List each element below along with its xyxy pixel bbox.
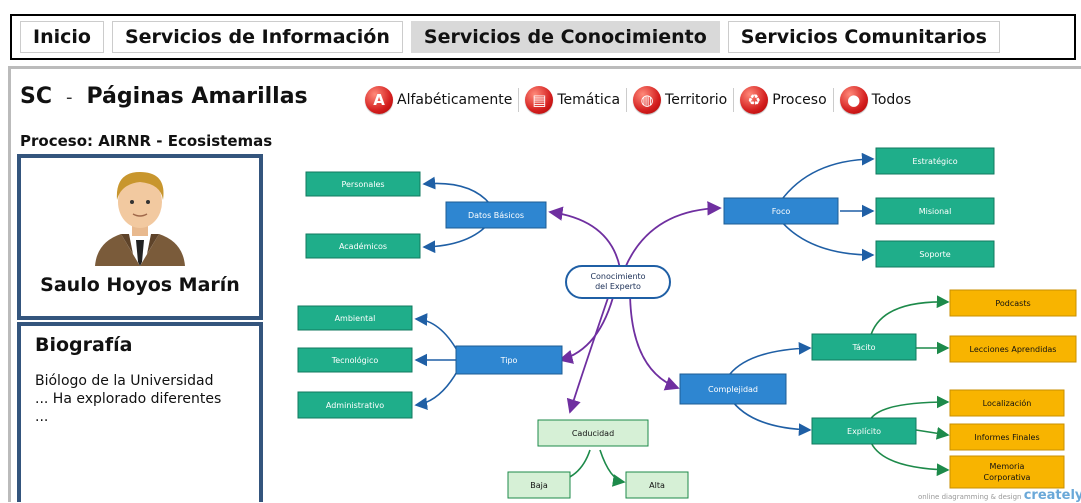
content-left-border [8, 69, 11, 502]
filter-tematica[interactable]: ▤ Temática [525, 86, 633, 114]
node-foco[interactable]: Foco [723, 197, 839, 225]
node-tipo-label: Tipo [500, 356, 518, 365]
main-navbar: Inicio Servicios de Información Servicio… [10, 14, 1076, 60]
node-tacito-label: Tácito [851, 343, 875, 352]
node-caducidad-label: Caducidad [572, 429, 614, 438]
biography-card: Biografía Biólogo de la Universidad ... … [17, 322, 263, 502]
center-line-2: del Experto [595, 282, 641, 291]
node-academicos[interactable]: Académicos [305, 233, 421, 259]
node-ambiental[interactable]: Ambiental [297, 305, 413, 331]
node-lecciones[interactable]: Lecciones Aprendidas [949, 335, 1077, 363]
biography-line: ... [35, 409, 49, 425]
node-memoria-line-2: Corporativa [984, 473, 1031, 482]
node-alta-label: Alta [649, 481, 665, 490]
node-center[interactable]: Conocimiento del Experto [565, 265, 671, 299]
node-alta[interactable]: Alta [625, 471, 689, 499]
node-complejidad[interactable]: Complejidad [679, 373, 787, 405]
page-title: SC - Páginas Amarillas [20, 84, 308, 109]
tab-servicios-conocimiento[interactable]: Servicios de Conocimiento [410, 21, 720, 53]
filter-alfabeticamente[interactable]: A Alfabéticamente [365, 86, 525, 114]
creately-watermark: online diagramming & design creately [918, 488, 1081, 503]
biography-text: Biólogo de la Universidad ... Ha explora… [35, 372, 250, 426]
node-localizacion[interactable]: Localización [949, 389, 1065, 417]
node-tipo[interactable]: Tipo [455, 345, 563, 375]
biography-line: ... Ha explorado diferentes [35, 391, 222, 407]
node-soporte-label: Soporte [919, 250, 950, 259]
node-academicos-label: Académicos [339, 241, 387, 251]
node-tecnologico-label: Tecnológico [331, 355, 379, 365]
center-line-1: Conocimiento [590, 272, 645, 281]
node-administrativo-label: Administrativo [326, 401, 384, 410]
filter-todos[interactable]: ● Todos [839, 86, 912, 114]
title-dash: - [66, 87, 73, 108]
node-lecciones-label: Lecciones Aprendidas [970, 345, 1057, 354]
node-localizacion-label: Localización [983, 398, 1032, 408]
node-tecnologico[interactable]: Tecnológico [297, 347, 413, 373]
people-icon: ● [839, 86, 868, 114]
node-estrategico[interactable]: Estratégico [875, 147, 995, 175]
node-misional[interactable]: Misional [875, 197, 995, 225]
node-soporte[interactable]: Soporte [875, 240, 995, 268]
filter-separator [626, 88, 628, 112]
node-explicito-label: Explícito [847, 427, 881, 436]
filter-label: Temática [557, 92, 621, 108]
node-administrativo[interactable]: Administrativo [297, 391, 413, 419]
biography-line: Biólogo de la Universidad [35, 373, 214, 389]
node-memoria[interactable]: Memoria Corporativa [949, 455, 1065, 489]
tab-servicios-informacion[interactable]: Servicios de Información [111, 21, 403, 53]
letter-a-icon: A [365, 86, 393, 114]
node-datos-basicos-label: Datos Básicos [468, 211, 524, 220]
tab-inicio[interactable]: Inicio [20, 21, 104, 53]
node-personales-label: Personales [341, 180, 384, 189]
filter-label: Territorio [665, 92, 728, 108]
node-informes[interactable]: Informes Finales [949, 423, 1065, 451]
filter-separator [733, 88, 735, 112]
node-baja-label: Baja [530, 481, 548, 490]
node-caducidad[interactable]: Caducidad [537, 419, 649, 447]
mind-map: Conocimiento del Experto Datos Básicos F… [297, 147, 1077, 499]
node-personales[interactable]: Personales [305, 171, 421, 197]
document-icon: ▤ [525, 86, 554, 114]
node-datos-basicos[interactable]: Datos Básicos [445, 201, 547, 229]
node-explicito[interactable]: Explícito [811, 417, 917, 445]
filter-proceso[interactable]: ♻ Proceso [740, 86, 839, 114]
node-tacito[interactable]: Tácito [811, 333, 917, 361]
filter-label: Proceso [772, 92, 827, 108]
filter-territorio[interactable]: ◍ Territorio [633, 86, 740, 114]
filter-label: Todos [871, 92, 912, 108]
title-text: Páginas Amarillas [86, 84, 308, 109]
filter-separator [518, 88, 520, 112]
process-label: Proceso: AIRNR - Ecosistemas [20, 132, 273, 150]
caption-strip [0, 0, 1081, 14]
watermark-small: online diagramming & design [918, 493, 1022, 501]
recycle-icon: ♻ [740, 86, 769, 114]
filter-label: Alfabéticamente [397, 92, 513, 108]
biography-title: Biografía [35, 334, 133, 356]
node-informes-label: Informes Finales [974, 433, 1039, 442]
tab-servicios-comunitarios[interactable]: Servicios Comunitarios [727, 21, 1000, 53]
title-prefix: SC [20, 84, 52, 109]
node-misional-label: Misional [919, 207, 952, 216]
profile-name: Saulo Hoyos Marín [40, 274, 240, 296]
node-podcasts[interactable]: Podcasts [949, 289, 1077, 317]
globe-icon: ◍ [633, 86, 662, 114]
filter-bar: A Alfabéticamente ▤ Temática ◍ Territori… [365, 86, 911, 114]
node-estrategico-label: Estratégico [912, 156, 957, 166]
profile-card: Saulo Hoyos Marín [17, 154, 263, 320]
node-baja[interactable]: Baja [507, 471, 571, 499]
avatar-icon [95, 172, 185, 266]
node-ambiental-label: Ambiental [335, 314, 376, 323]
watermark-brand: creately [1023, 488, 1081, 503]
content-divider [8, 66, 1081, 69]
node-complejidad-label: Complejidad [708, 385, 758, 394]
filter-separator [832, 88, 834, 112]
node-podcasts-label: Podcasts [995, 299, 1030, 308]
node-memoria-line-1: Memoria [990, 462, 1025, 471]
node-foco-label: Foco [772, 207, 791, 216]
